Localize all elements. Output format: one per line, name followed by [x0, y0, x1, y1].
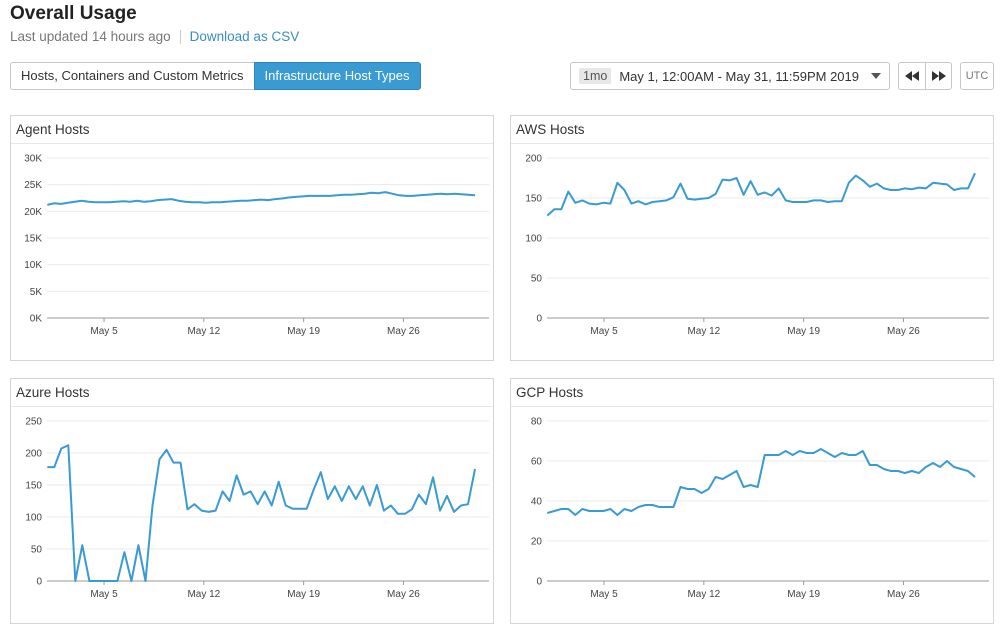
x-tick-label: May 5: [90, 589, 118, 600]
timezone-button[interactable]: UTC: [960, 62, 994, 90]
x-tick-label: May 5: [590, 589, 618, 600]
y-tick-label: 200: [25, 449, 42, 460]
x-tick-label: May 19: [787, 326, 820, 337]
y-tick-label: 20K: [24, 207, 42, 218]
x-tick-label: May 19: [287, 326, 320, 337]
agent-hosts-panel: Agent Hosts 0K 5K 10K 15K 20K 25K 30K May 5 May …: [10, 115, 494, 361]
aws-hosts-chart[interactable]: 0 50 100 150 200 May 5 May 12 May 19 May 26: [511, 116, 995, 362]
y-tick-label: 10K: [24, 260, 42, 271]
y-tick-label: 20: [531, 537, 543, 548]
azure-hosts-panel: Azure Hosts 0 50 100 150 200 250 May 5 May 12 Ma…: [10, 378, 494, 624]
tab-hosts-containers-custom-metrics[interactable]: Hosts, Containers and Custom Metrics: [10, 62, 254, 90]
y-tick-label: 30K: [24, 154, 42, 165]
x-tick-label: May 19: [287, 589, 320, 600]
chevron-down-icon: [871, 73, 881, 79]
y-tick-label: 150: [25, 481, 42, 492]
x-tick-label: May 19: [787, 589, 820, 600]
y-tick-label: 150: [525, 194, 542, 205]
y-tick-label: 0: [536, 577, 542, 588]
x-tick-label: May 12: [687, 589, 720, 600]
tab-infrastructure-host-types[interactable]: Infrastructure Host Types: [253, 62, 421, 90]
time-range-label: May 1, 12:00AM - May 31, 11:59PM 2019: [619, 68, 859, 84]
time-range-picker[interactable]: 1mo May 1, 12:00AM - May 31, 11:59PM 201…: [570, 62, 890, 90]
y-tick-label: 60: [531, 457, 543, 468]
time-nav-group: [898, 62, 952, 90]
gcp-hosts-panel: GCP Hosts 0 20 40 60 80 May 5 May 12 May 19 May …: [510, 378, 994, 624]
x-tick-label: May 12: [687, 326, 720, 337]
y-tick-label: 100: [25, 513, 42, 524]
time-range-badge: 1mo: [579, 68, 612, 84]
y-tick-label: 15K: [24, 234, 42, 245]
x-tick-label: May 26: [387, 589, 420, 600]
x-tick-label: May 26: [887, 589, 920, 600]
gcp-hosts-chart[interactable]: 0 20 40 60 80 May 5 May 12 May 19 May 26: [511, 379, 995, 625]
y-tick-label: 0K: [30, 314, 43, 325]
series-line: [547, 448, 976, 516]
y-tick-label: 80: [531, 417, 543, 428]
separator: [179, 29, 181, 44]
y-tick-label: 0: [36, 577, 42, 588]
fast-forward-icon: [931, 71, 946, 81]
y-tick-label: 50: [31, 545, 43, 556]
y-tick-label: 0: [536, 314, 542, 325]
series-line: [546, 172, 976, 217]
last-updated-text: Last updated 14 hours ago: [10, 29, 171, 44]
y-tick-label: 50: [531, 274, 543, 285]
aws-hosts-panel: AWS Hosts 0 50 100 150 200 May 5 May 12 May 19 M…: [510, 115, 994, 361]
previous-period-button[interactable]: [898, 62, 925, 90]
y-tick-label: 40: [531, 497, 543, 508]
y-tick-label: 200: [525, 154, 542, 165]
y-tick-label: 5K: [30, 287, 43, 298]
x-tick-label: May 12: [187, 326, 220, 337]
x-tick-label: May 26: [887, 326, 920, 337]
x-tick-label: May 5: [90, 326, 118, 337]
y-tick-label: 25K: [24, 180, 42, 191]
tab-bar: Hosts, Containers and Custom Metrics Inf…: [10, 62, 421, 90]
y-tick-label: 250: [25, 417, 42, 428]
next-period-button[interactable]: [925, 62, 952, 90]
download-csv-link[interactable]: Download as CSV: [190, 29, 300, 44]
x-tick-label: May 5: [590, 326, 618, 337]
agent-hosts-chart[interactable]: 0K 5K 10K 15K 20K 25K 30K May 5 May 12 May 19 May …: [11, 116, 495, 362]
series-line: [47, 444, 476, 582]
x-tick-label: May 26: [387, 326, 420, 337]
y-tick-label: 100: [525, 234, 542, 245]
page-title: Overall Usage: [10, 3, 137, 24]
azure-hosts-chart[interactable]: 0 50 100 150 200 250 May 5 May 12 May 19 May 26: [11, 379, 495, 625]
x-tick-label: May 12: [187, 589, 220, 600]
subtitle-row: Last updated 14 hours ago Download as CS…: [10, 29, 299, 44]
series-line: [47, 191, 476, 206]
rewind-icon: [905, 71, 919, 81]
